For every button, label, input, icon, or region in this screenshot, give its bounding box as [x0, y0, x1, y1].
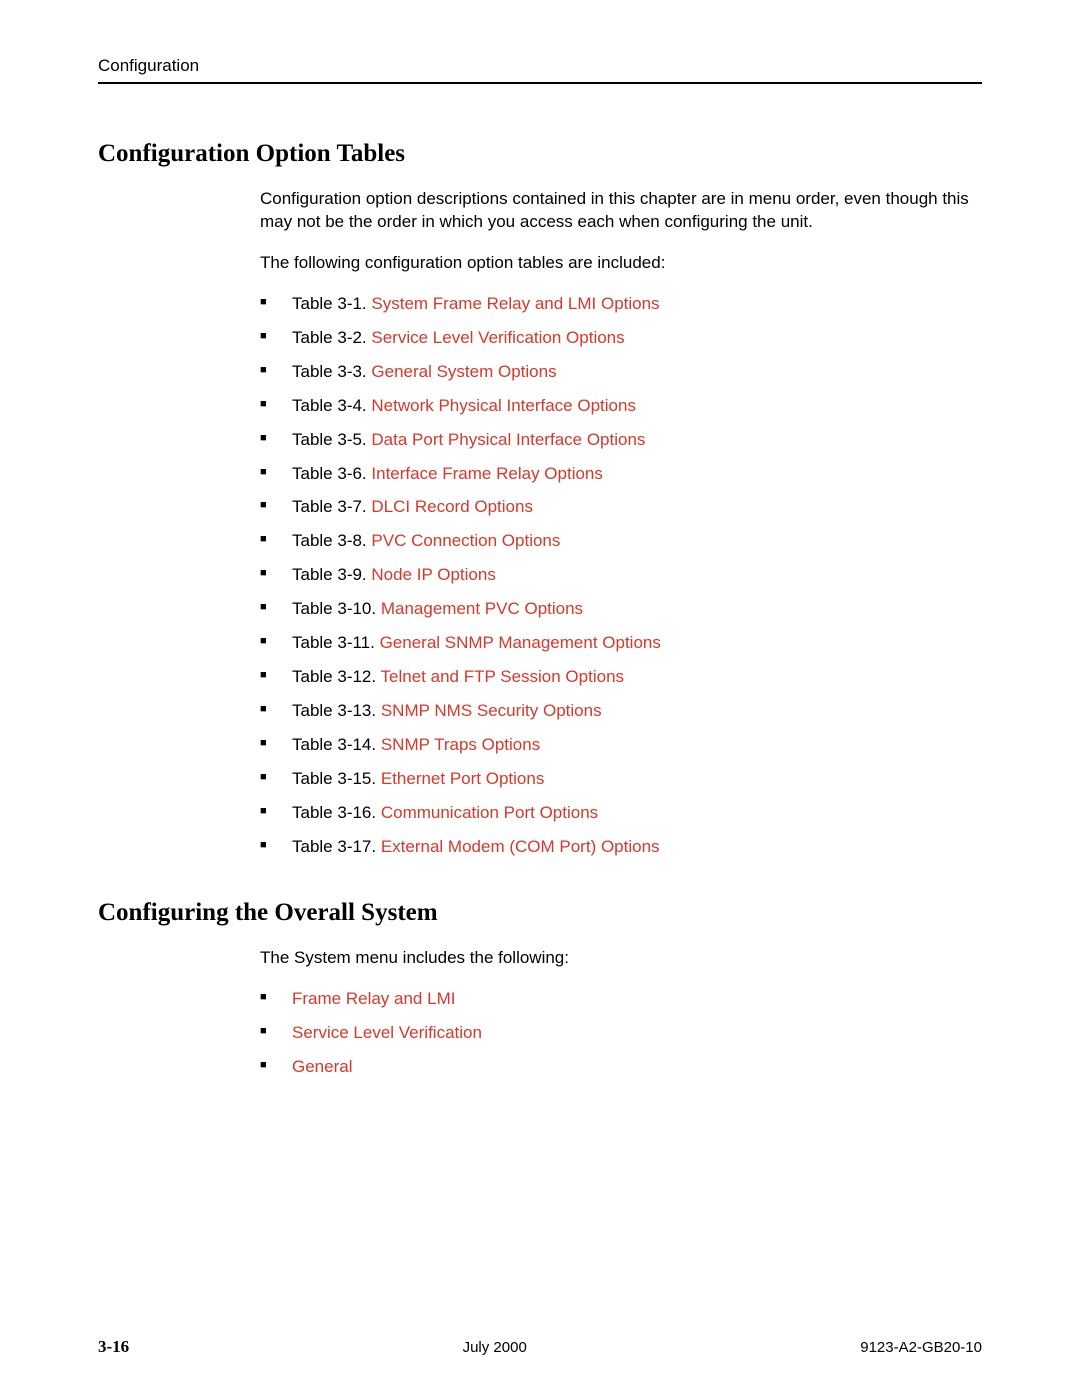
table-prefix: Table 3-13.	[292, 701, 381, 720]
table-prefix: Table 3-10.	[292, 599, 381, 618]
table-prefix: Table 3-4.	[292, 396, 371, 415]
table-link[interactable]: Ethernet Port Options	[381, 769, 544, 788]
list-item: Service Level Verification	[260, 1022, 982, 1045]
table-link[interactable]: System Frame Relay and LMI Options	[371, 294, 659, 313]
list-item: Table 3-13. SNMP NMS Security Options	[260, 700, 982, 723]
section-heading-2: Configuring the Overall System	[98, 899, 982, 927]
table-prefix: Table 3-16.	[292, 803, 381, 822]
table-prefix: Table 3-11.	[292, 633, 380, 652]
section-heading-1: Configuration Option Tables	[98, 140, 982, 168]
menu-link[interactable]: Frame Relay and LMI	[292, 989, 455, 1008]
list-item: Table 3-6. Interface Frame Relay Options	[260, 463, 982, 486]
table-link[interactable]: DLCI Record Options	[371, 497, 533, 516]
list-item: Table 3-17. External Modem (COM Port) Op…	[260, 836, 982, 859]
list-item: General	[260, 1056, 982, 1079]
table-link[interactable]: Telnet and FTP Session Options	[381, 667, 625, 686]
section2-content: The System menu includes the following: …	[260, 947, 982, 1079]
list-item: Frame Relay and LMI	[260, 988, 982, 1011]
table-prefix: Table 3-1.	[292, 294, 371, 313]
table-prefix: Table 3-5.	[292, 430, 371, 449]
list-item: Table 3-11. General SNMP Management Opti…	[260, 632, 982, 655]
table-prefix: Table 3-17.	[292, 837, 381, 856]
list-item: Table 3-2. Service Level Verification Op…	[260, 327, 982, 350]
table-link[interactable]: General System Options	[371, 362, 556, 381]
list-item: Table 3-4. Network Physical Interface Op…	[260, 395, 982, 418]
footer-docid: 9123-A2-GB20-10	[860, 1339, 982, 1356]
table-link[interactable]: General SNMP Management Options	[380, 633, 661, 652]
table-prefix: Table 3-15.	[292, 769, 381, 788]
section1-content: Configuration option descriptions contai…	[260, 188, 982, 859]
table-prefix: Table 3-7.	[292, 497, 371, 516]
para: The System menu includes the following:	[260, 947, 982, 970]
list-item: Table 3-5. Data Port Physical Interface …	[260, 429, 982, 452]
list-item: Table 3-1. System Frame Relay and LMI Op…	[260, 293, 982, 316]
para: The following configuration option table…	[260, 252, 982, 275]
list-item: Table 3-15. Ethernet Port Options	[260, 768, 982, 791]
list-item: Table 3-16. Communication Port Options	[260, 802, 982, 825]
table-list: Table 3-1. System Frame Relay and LMI Op…	[260, 293, 982, 859]
table-link[interactable]: External Modem (COM Port) Options	[381, 837, 660, 856]
table-prefix: Table 3-6.	[292, 464, 371, 483]
table-link[interactable]: PVC Connection Options	[371, 531, 560, 550]
table-link[interactable]: Node IP Options	[371, 565, 495, 584]
list-item: Table 3-9. Node IP Options	[260, 564, 982, 587]
table-prefix: Table 3-12.	[292, 667, 381, 686]
page-number: 3-16	[98, 1337, 129, 1357]
table-link[interactable]: Data Port Physical Interface Options	[371, 430, 645, 449]
system-menu-list: Frame Relay and LMI Service Level Verific…	[260, 988, 982, 1079]
header-label: Configuration	[98, 56, 982, 76]
table-link[interactable]: Management PVC Options	[381, 599, 583, 618]
page-header: Configuration	[98, 56, 982, 84]
para: Configuration option descriptions contai…	[260, 188, 982, 234]
table-prefix: Table 3-14.	[292, 735, 381, 754]
table-prefix: Table 3-9.	[292, 565, 371, 584]
table-link[interactable]: Communication Port Options	[381, 803, 598, 822]
footer-date: July 2000	[463, 1339, 527, 1356]
table-link[interactable]: SNMP NMS Security Options	[381, 701, 602, 720]
menu-link[interactable]: General	[292, 1057, 352, 1076]
table-link[interactable]: Service Level Verification Options	[371, 328, 624, 347]
list-item: Table 3-14. SNMP Traps Options	[260, 734, 982, 757]
menu-link[interactable]: Service Level Verification	[292, 1023, 482, 1042]
table-prefix: Table 3-2.	[292, 328, 371, 347]
page-footer: 3-16 July 2000 9123-A2-GB20-10	[98, 1337, 982, 1357]
list-item: Table 3-7. DLCI Record Options	[260, 496, 982, 519]
table-link[interactable]: Network Physical Interface Options	[371, 396, 636, 415]
table-link[interactable]: Interface Frame Relay Options	[371, 464, 602, 483]
table-prefix: Table 3-8.	[292, 531, 371, 550]
table-prefix: Table 3-3.	[292, 362, 371, 381]
table-link[interactable]: SNMP Traps Options	[381, 735, 540, 754]
list-item: Table 3-8. PVC Connection Options	[260, 530, 982, 553]
list-item: Table 3-10. Management PVC Options	[260, 598, 982, 621]
list-item: Table 3-3. General System Options	[260, 361, 982, 384]
list-item: Table 3-12. Telnet and FTP Session Optio…	[260, 666, 982, 689]
